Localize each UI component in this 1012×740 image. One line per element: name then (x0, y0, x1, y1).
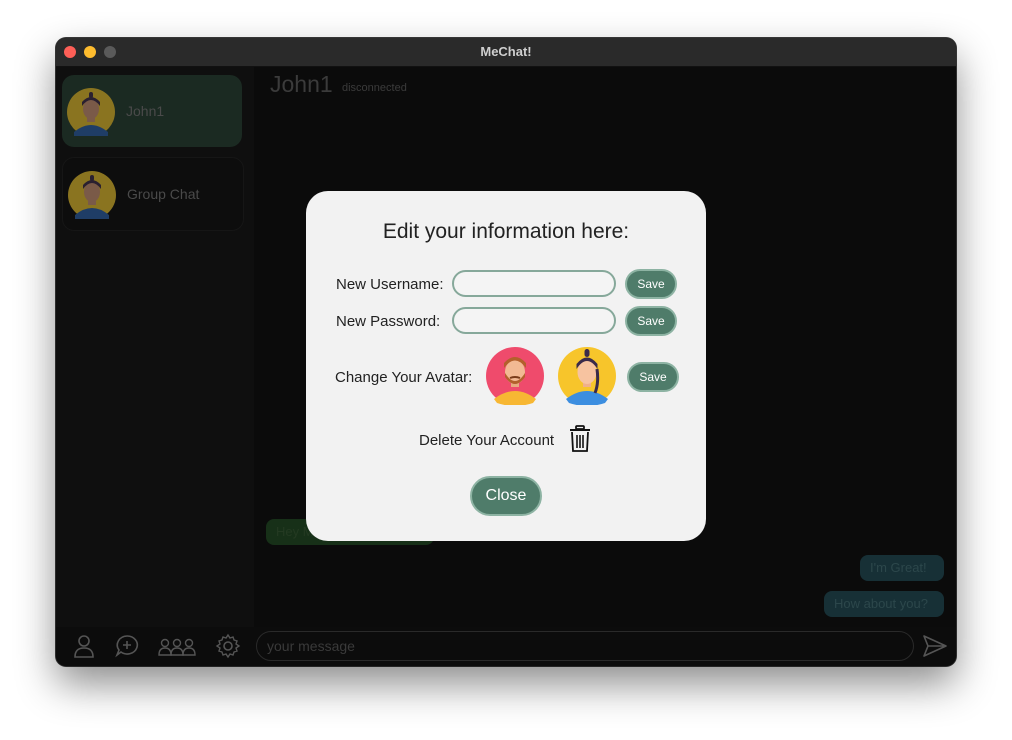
group-icon[interactable] (157, 631, 197, 661)
avatar-label: Change Your Avatar: (335, 369, 473, 386)
title-bar: MeChat! (56, 38, 956, 67)
trash-icon[interactable] (568, 425, 592, 453)
send-icon[interactable] (922, 634, 948, 658)
dialog-title: Edit your information here: (382, 220, 630, 243)
save-avatar-button[interactable]: Save (627, 362, 679, 392)
bearded-man-avatar-icon[interactable] (486, 347, 544, 405)
save-password-button[interactable]: Save (625, 306, 677, 336)
contact-label: John1 (126, 103, 165, 119)
password-input[interactable] (452, 307, 616, 334)
edit-info-dialog: Edit your information here: New Username… (306, 191, 706, 541)
username-input[interactable] (452, 270, 616, 297)
contact-item-john1[interactable]: John1 (62, 75, 242, 147)
new-chat-icon[interactable] (114, 631, 140, 661)
connection-status: disconnected (342, 82, 407, 94)
password-label: New Password: (336, 313, 441, 330)
contact-label: Group Chat (127, 186, 200, 202)
sidebar: John1 Group Chat (56, 67, 254, 627)
man-ponytail-avatar-icon (68, 171, 116, 219)
username-label: New Username: (336, 276, 444, 293)
man-ponytail-avatar-icon[interactable] (558, 347, 616, 405)
man-ponytail-avatar-icon (67, 88, 115, 136)
chat-title: John1 (270, 71, 333, 97)
person-icon[interactable] (72, 631, 96, 661)
delete-account-label: Delete Your Account (419, 432, 555, 449)
save-username-button[interactable]: Save (625, 269, 677, 299)
close-dialog-button[interactable]: Close (470, 476, 542, 516)
contact-item-group-chat[interactable]: Group Chat (62, 157, 244, 231)
settings-gear-icon[interactable] (215, 631, 241, 661)
message-input[interactable]: your message (256, 631, 914, 661)
bottom-toolbar: your message (56, 627, 956, 666)
message-bubble-outgoing: I'm Great! (860, 555, 944, 581)
message-bubble-outgoing: How about you? (824, 591, 944, 617)
window-title: MeChat! (480, 44, 532, 59)
